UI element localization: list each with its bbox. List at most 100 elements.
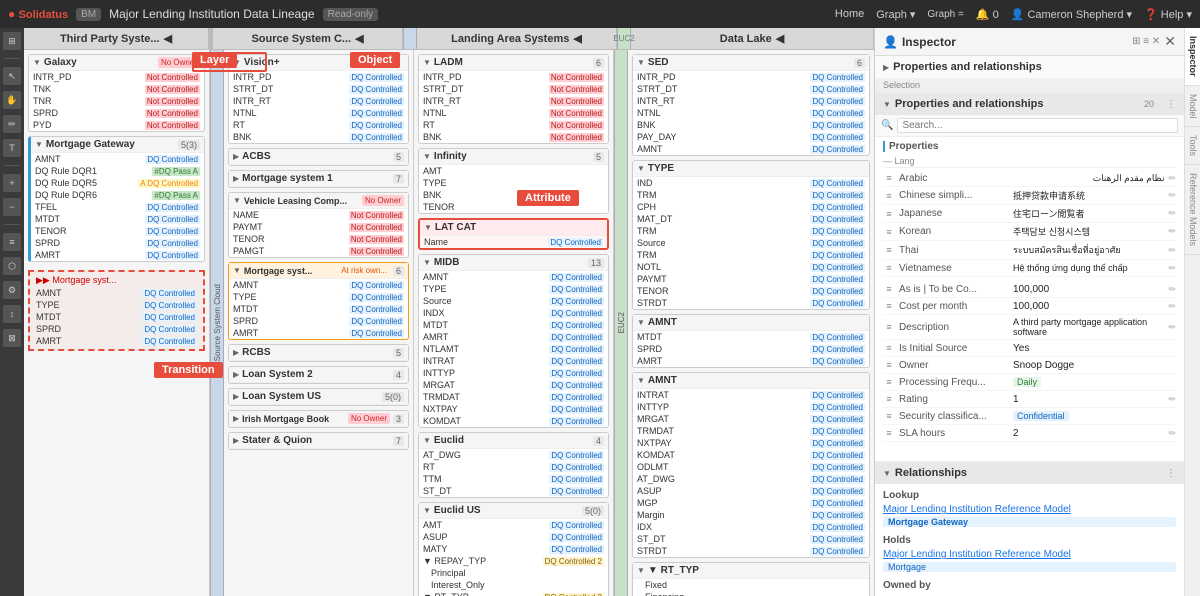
- node-loan-system-2[interactable]: ▶ Loan System 2 4: [228, 366, 409, 384]
- rel-lookup-badge[interactable]: Mortgage Gateway: [883, 517, 1176, 527]
- nav-graph[interactable]: Graph ▾: [876, 8, 915, 21]
- node-midb[interactable]: ▼ MIDB 13 AMNTDQ Controlled TYPEDQ Contr…: [418, 254, 609, 428]
- prop-rating: ≡ Rating 1 ✏: [883, 391, 1176, 408]
- annotation-layer: Layer: [192, 52, 237, 68]
- props-menu-icon[interactable]: ⋮: [1166, 99, 1176, 110]
- node-euclid-header[interactable]: ▼ Euclid 4: [419, 433, 608, 449]
- sidebar-btn-zoom-out[interactable]: −: [3, 198, 21, 216]
- collapse-source-system[interactable]: ◀: [355, 32, 363, 45]
- node-amnt-type-header[interactable]: ▼ TYPE: [633, 161, 869, 177]
- prop-edit[interactable]: ✏: [1168, 428, 1176, 439]
- col-header-source-system: Source System C... ◀: [213, 28, 403, 49]
- node-vehicle-leasing[interactable]: ▼ Vehicle Leasing Comp... No Owner NAMEN…: [228, 192, 409, 258]
- node-euclid[interactable]: ▼ Euclid 4 AT_DWGDQ Controlled RTDQ Cont…: [418, 432, 609, 498]
- sidebar-btn-expand[interactable]: ⊠: [3, 329, 21, 347]
- node-ladm-header[interactable]: ▼ LADM 6: [419, 55, 608, 71]
- node-infinity-header[interactable]: ▼ Infinity 5: [419, 149, 608, 165]
- right-tab-inspector[interactable]: Inspector: [1185, 28, 1200, 86]
- node-ladm[interactable]: ▼ LADM 6 INTR_PDNot Controlled STRT_DTNo…: [418, 54, 609, 144]
- rel-lookup-model-link[interactable]: Major Lending Institution Reference Mode…: [883, 504, 1176, 515]
- node-loan-system-us-header[interactable]: ▶ Loan System US 5(0): [229, 389, 408, 405]
- prop-edit[interactable]: ✏: [1168, 208, 1176, 219]
- sidebar-btn-text[interactable]: T: [3, 139, 21, 157]
- right-tab-reference-models[interactable]: Reference Models: [1185, 165, 1200, 255]
- node-euclid-us[interactable]: ▼ Euclid US 5(0) AMTDQ Controlled ASUPDQ…: [418, 502, 609, 596]
- prop-edit[interactable]: ✏: [1168, 301, 1176, 312]
- prop-edit[interactable]: ✏: [1168, 322, 1176, 333]
- properties-search: 🔍: [875, 115, 1184, 137]
- node-loan-system-2-header[interactable]: ▶ Loan System 2 4: [229, 367, 408, 383]
- node-amnt-type[interactable]: ▼ TYPE INDDQ Controlled TRMDQ Controlled…: [632, 160, 870, 310]
- node-mortgage-system-1-header[interactable]: ▶ Mortgage system 1 7: [229, 171, 408, 187]
- node-vehicle-leasing-header[interactable]: ▼ Vehicle Leasing Comp... No Owner: [229, 193, 408, 209]
- node-mortgage-risk[interactable]: ▼ Mortgage syst... At risk own... 6 AMNT…: [228, 262, 409, 340]
- nav-home[interactable]: Home: [835, 8, 864, 20]
- node-row: TENORDQ Controlled: [31, 225, 204, 237]
- right-tab-tools[interactable]: Tools: [1185, 127, 1200, 165]
- nav-user[interactable]: 👤 Cameron Shepherd ▾: [1011, 8, 1132, 21]
- sidebar-btn-link[interactable]: ↕: [3, 305, 21, 323]
- node-row: SourceDQ Controlled: [419, 295, 608, 307]
- sidebar-btn-cursor[interactable]: ↖: [3, 67, 21, 85]
- nav-help[interactable]: ❓ Help ▾: [1144, 8, 1192, 21]
- node-loan-system-us[interactable]: ▶ Loan System US 5(0): [228, 388, 409, 406]
- node-lat-cat[interactable]: ▼ LAT CAT Name DQ Controlled: [418, 218, 609, 250]
- collapse-third-party[interactable]: ◀: [164, 32, 172, 45]
- rel-holds-badge[interactable]: Mortgage: [883, 562, 1176, 572]
- sidebar-btn-filter[interactable]: ⬡: [3, 257, 21, 275]
- node-acbs[interactable]: ▶ ACBS 5: [228, 148, 409, 166]
- prop-edit[interactable]: ✏: [1168, 394, 1176, 405]
- node-stater-quion-header[interactable]: ▶ Stater & Quion 7: [229, 433, 408, 449]
- sidebar-btn-zoom-in[interactable]: +: [3, 174, 21, 192]
- node-amnt-bottom-header[interactable]: ▼ AMNT: [633, 315, 869, 331]
- node-mortgage-risk-header[interactable]: ▼ Mortgage syst... At risk own... 6: [229, 263, 408, 279]
- nav-counter[interactable]: 🔔 0: [976, 8, 999, 21]
- close-button[interactable]: ✕: [1164, 33, 1176, 50]
- node-dl-extra-header[interactable]: ▼ AMNT: [633, 373, 869, 389]
- node-acbs-header[interactable]: ▶ ACBS 5: [229, 149, 408, 165]
- node-rcbs-header[interactable]: ▶ RCBS 5: [229, 345, 408, 361]
- relationships-menu-icon[interactable]: ⋮: [1166, 468, 1176, 479]
- node-sed[interactable]: ▼ SED 6 INTR_PDDQ Controlled STRT_DTDQ C…: [632, 54, 870, 156]
- node-midb-header[interactable]: ▼ MIDB 13: [419, 255, 608, 271]
- props-relationships-header[interactable]: ▼ Properties and relationships 20 ⋮: [875, 93, 1184, 115]
- sidebar-btn-draw[interactable]: ✏: [3, 115, 21, 133]
- right-tab-model[interactable]: Model: [1185, 86, 1200, 128]
- node-irish-mortgage[interactable]: ▶ Irish Mortgage Book No Owner 3: [228, 410, 409, 428]
- prop-edit[interactable]: ✏: [1168, 226, 1176, 237]
- node-dl-extra[interactable]: ▼ AMNT INTRATDQ Controlled INTTYPDQ Cont…: [632, 372, 870, 558]
- node-rt-typ-header[interactable]: ▼ ▼ RT_TYP: [633, 563, 869, 579]
- sidebar-btn-home[interactable]: ⊞: [3, 32, 21, 50]
- main-layout: ⊞ ↖ ✋ ✏ T + − ≡ ⬡ ⚙ ↕ ⊠ Third Party Syst…: [0, 28, 1200, 596]
- selection-header[interactable]: ▶ Properties and relationships: [875, 56, 1184, 78]
- node-galaxy-header[interactable]: ▼ Galaxy No Owner: [29, 55, 204, 71]
- rel-holds-model-link[interactable]: Major Lending Institution Reference Mode…: [883, 549, 1176, 560]
- collapse-landing-area[interactable]: ◀: [573, 32, 581, 45]
- node-mortgage-gateway[interactable]: ▼ Mortgage Gateway 5(3) AMNTDQ Controlle…: [28, 136, 205, 262]
- collapse-data-lake[interactable]: ◀: [776, 32, 784, 45]
- prop-edit[interactable]: ✏: [1168, 173, 1176, 184]
- node-irish-mortgage-header[interactable]: ▶ Irish Mortgage Book No Owner 3: [229, 411, 408, 427]
- relationships-header[interactable]: ▼ Relationships ⋮: [875, 462, 1184, 484]
- prop-edit[interactable]: ✏: [1168, 190, 1176, 201]
- search-input[interactable]: [897, 118, 1178, 133]
- inspector-toolbar-icons: ⊞ ≡ ✕: [1132, 36, 1160, 47]
- node-galaxy[interactable]: ▼ Galaxy No Owner INTR_PDNot Controlled …: [28, 54, 205, 132]
- prop-edit[interactable]: ✏: [1168, 263, 1176, 274]
- node-infinity[interactable]: ▼ Infinity 5 AMT TYPE BNK TENOR: [418, 148, 609, 214]
- node-euclid-us-header[interactable]: ▼ Euclid US 5(0): [419, 503, 608, 519]
- prop-edit[interactable]: ✏: [1168, 245, 1176, 256]
- node-rt-typ[interactable]: ▼ ▼ RT_TYP Fixed Financing Interest Rate…: [632, 562, 870, 596]
- node-mortgage-gateway-header[interactable]: ▼ Mortgage Gateway 5(3): [31, 137, 204, 153]
- sidebar-btn-hand[interactable]: ✋: [3, 91, 21, 109]
- node-sed-header[interactable]: ▼ SED 6: [633, 55, 869, 71]
- sidebar-btn-layers[interactable]: ≡: [3, 233, 21, 251]
- sidebar-btn-settings[interactable]: ⚙: [3, 281, 21, 299]
- prop-edit[interactable]: ✏: [1168, 284, 1176, 295]
- node-amnt-bottom[interactable]: ▼ AMNT MTDTDQ Controlled SPRDDQ Controll…: [632, 314, 870, 368]
- node-rcbs[interactable]: ▶ RCBS 5: [228, 344, 409, 362]
- node-stater-quion[interactable]: ▶ Stater & Quion 7: [228, 432, 409, 450]
- node-lat-cat-header[interactable]: ▼ LAT CAT: [420, 220, 607, 236]
- node-mortgage-system-1[interactable]: ▶ Mortgage system 1 7: [228, 170, 409, 188]
- node-row: INTR_RTNot Controlled: [419, 95, 608, 107]
